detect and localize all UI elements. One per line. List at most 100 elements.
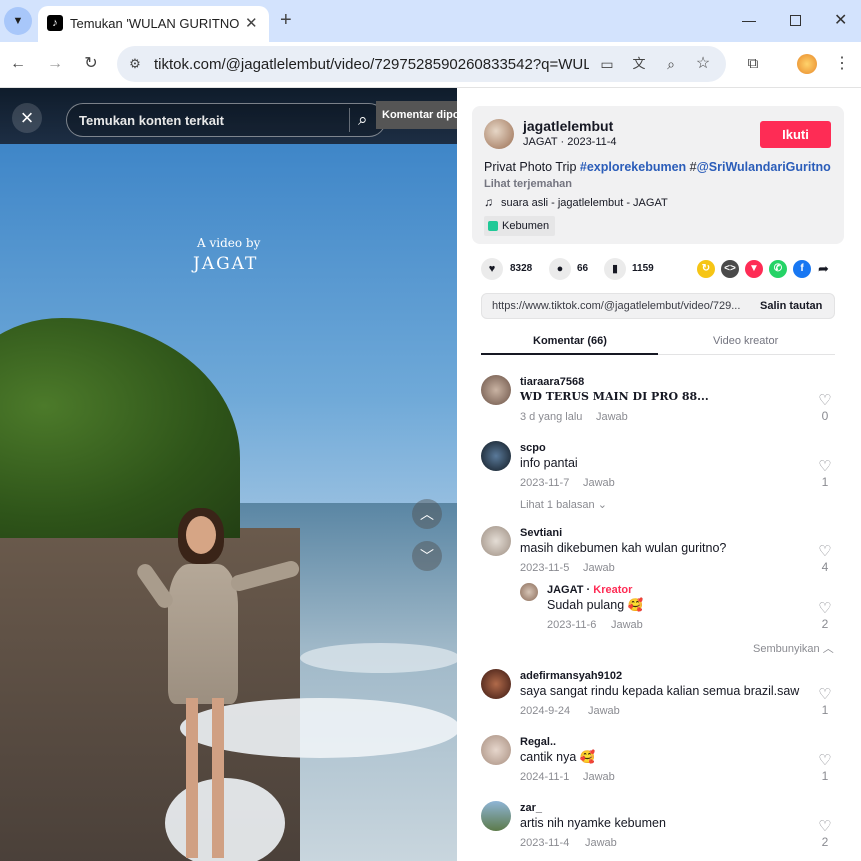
- site-settings-icon[interactable]: ⚙: [125, 54, 145, 74]
- zoom-icon[interactable]: ⌕: [661, 54, 681, 74]
- reply-link[interactable]: Jawab: [583, 771, 615, 783]
- heart-icon[interactable]: ♡: [815, 687, 835, 703]
- browser-tab-bar: ▼ ♪ Temukan 'WULAN GURITNO' di ✕ + ✕: [0, 0, 861, 42]
- heart-icon[interactable]: ♡: [815, 544, 835, 560]
- comment-like[interactable]: ♡ 1: [815, 459, 835, 490]
- previous-video-button[interactable]: ︿: [412, 499, 442, 529]
- browser-toolbar: ← → ↻ ⚙ tiktok.com/@jagatlelembut/video/…: [0, 42, 861, 88]
- comment-like[interactable]: ♡ 0: [815, 393, 835, 424]
- music-link[interactable]: suara asli - jagatlelembut - JAGAT: [501, 197, 668, 209]
- music-note-icon: ♫: [484, 195, 493, 209]
- comment-text: cantik nya 🥰: [520, 750, 596, 764]
- related-search-input[interactable]: Temukan konten terkait ⌕: [66, 103, 386, 137]
- minimize-icon[interactable]: [742, 21, 756, 22]
- comment-like-count: 2: [821, 617, 829, 631]
- comment-text: saya sangat rindu kepada kalian semua br…: [520, 684, 800, 698]
- next-video-button[interactable]: ﹀: [412, 541, 442, 571]
- avatar[interactable]: [481, 441, 511, 471]
- creator-badge: Kreator: [593, 584, 633, 596]
- comment-like[interactable]: ♡ 1: [815, 687, 835, 718]
- close-window-icon[interactable]: ✕: [834, 10, 847, 30]
- comment-like-count: 1: [821, 703, 829, 717]
- repost-icon[interactable]: ↻: [697, 260, 715, 278]
- comment-username[interactable]: adefirmansyah9102: [520, 670, 622, 682]
- translate-icon[interactable]: 文: [629, 54, 649, 74]
- like-icon[interactable]: ♥: [481, 258, 503, 280]
- maximize-icon[interactable]: [790, 15, 801, 26]
- avatar[interactable]: [481, 669, 511, 699]
- extensions-icon[interactable]: ⧉: [743, 54, 763, 74]
- address-bar[interactable]: ⚙ tiktok.com/@jagatlelembut/video/729752…: [117, 46, 726, 82]
- forward-icon[interactable]: →: [45, 54, 65, 74]
- avatar[interactable]: [481, 735, 511, 765]
- menu-icon[interactable]: ⋮: [834, 54, 850, 74]
- follow-button[interactable]: Ikuti: [760, 121, 831, 148]
- search-icon[interactable]: ⌕: [358, 110, 368, 130]
- share-link-box: https://www.tiktok.com/@jagatlelembut/vi…: [481, 293, 835, 319]
- tab-search-button[interactable]: ▼: [4, 7, 32, 35]
- reload-icon[interactable]: ↻: [81, 54, 101, 74]
- heart-icon[interactable]: ♡: [815, 459, 835, 475]
- comment-like[interactable]: ♡ 2: [815, 819, 835, 850]
- video-player[interactable]: × Temukan konten terkait ⌕ Komentar dipo…: [0, 88, 457, 861]
- reply-link[interactable]: Jawab: [583, 562, 615, 574]
- whatsapp-icon[interactable]: ✆: [769, 260, 787, 278]
- view-replies-link[interactable]: Lihat 1 balasan ⌄: [520, 498, 607, 511]
- comment-text: masih dikebumen kah wulan guritno?: [520, 541, 727, 555]
- facebook-icon[interactable]: f: [793, 260, 811, 278]
- hashtag-link[interactable]: #explorekebumen: [580, 160, 686, 174]
- creator-username[interactable]: jagatlelembut: [523, 118, 613, 134]
- avatar[interactable]: [481, 375, 511, 405]
- avatar[interactable]: [481, 526, 511, 556]
- location-tag[interactable]: Kebumen: [484, 216, 556, 236]
- share-arrow-icon[interactable]: ➦: [818, 261, 829, 277]
- heart-icon[interactable]: ♡: [815, 393, 835, 409]
- search-icon[interactable]: [349, 108, 350, 132]
- heart-icon[interactable]: ♡: [815, 753, 835, 769]
- comment-count: 66: [577, 263, 589, 274]
- creator-avatar[interactable]: [484, 119, 514, 149]
- comment-username[interactable]: scpo: [520, 442, 546, 454]
- reply-link[interactable]: Jawab: [588, 705, 620, 717]
- heart-icon[interactable]: ♡: [815, 601, 835, 617]
- comment-username[interactable]: Regal..: [520, 736, 556, 748]
- comment-icon[interactable]: ●: [549, 258, 571, 280]
- comment-like[interactable]: ♡ 4: [815, 544, 835, 575]
- install-app-icon[interactable]: ▭: [597, 54, 617, 74]
- profile-avatar[interactable]: [797, 54, 817, 74]
- post-info-card: jagatlelembut JAGAT · 2023-11-4 Ikuti Pr…: [472, 106, 844, 244]
- reply-username[interactable]: JAGAT: [547, 584, 583, 596]
- reply-link[interactable]: Jawab: [611, 619, 643, 631]
- mention-link[interactable]: @SriWulandariGuritno: [697, 160, 831, 174]
- comment-like[interactable]: ♡ 2: [815, 601, 835, 632]
- hide-replies-link[interactable]: Sembunyikan ︿: [753, 640, 834, 656]
- comment-username[interactable]: zar_: [520, 802, 542, 814]
- copy-link-button[interactable]: Salin tautan: [760, 300, 822, 312]
- comment-like[interactable]: ♡ 1: [815, 753, 835, 784]
- close-video-icon[interactable]: ×: [12, 103, 42, 133]
- heart-icon[interactable]: ♡: [815, 819, 835, 835]
- tab-creator-videos[interactable]: Video kreator: [713, 335, 778, 347]
- avatar[interactable]: [481, 801, 511, 831]
- browser-tab[interactable]: ♪ Temukan 'WULAN GURITNO' di ✕: [38, 6, 269, 42]
- reply-link[interactable]: Jawab: [583, 477, 615, 489]
- comment-username[interactable]: Sevtiani: [520, 527, 562, 539]
- embed-icon[interactable]: <>: [721, 260, 739, 278]
- comment-like-count: 1: [821, 475, 829, 489]
- avatar[interactable]: [520, 583, 538, 601]
- translate-link[interactable]: Lihat terjemahan: [484, 178, 572, 190]
- comment-like-count: 1: [821, 769, 829, 783]
- send-icon[interactable]: ▼: [745, 260, 763, 278]
- reply-link[interactable]: Jawab: [596, 411, 628, 423]
- back-icon[interactable]: ←: [8, 54, 28, 74]
- save-count: 1159: [632, 263, 654, 274]
- reply-link[interactable]: Jawab: [585, 837, 617, 849]
- url-text[interactable]: tiktok.com/@jagatlelembut/video/72975285…: [154, 56, 589, 73]
- bookmark-star-icon[interactable]: ☆: [693, 54, 713, 74]
- comment-date: 3 d yang lalu: [520, 411, 583, 423]
- new-tab-icon[interactable]: +: [280, 9, 292, 32]
- comment-username[interactable]: tiaraara7568: [520, 376, 584, 388]
- bookmark-icon[interactable]: ▮: [604, 258, 626, 280]
- tab-close-icon[interactable]: ✕: [245, 14, 258, 32]
- tab-comments[interactable]: Komentar (66): [533, 335, 607, 347]
